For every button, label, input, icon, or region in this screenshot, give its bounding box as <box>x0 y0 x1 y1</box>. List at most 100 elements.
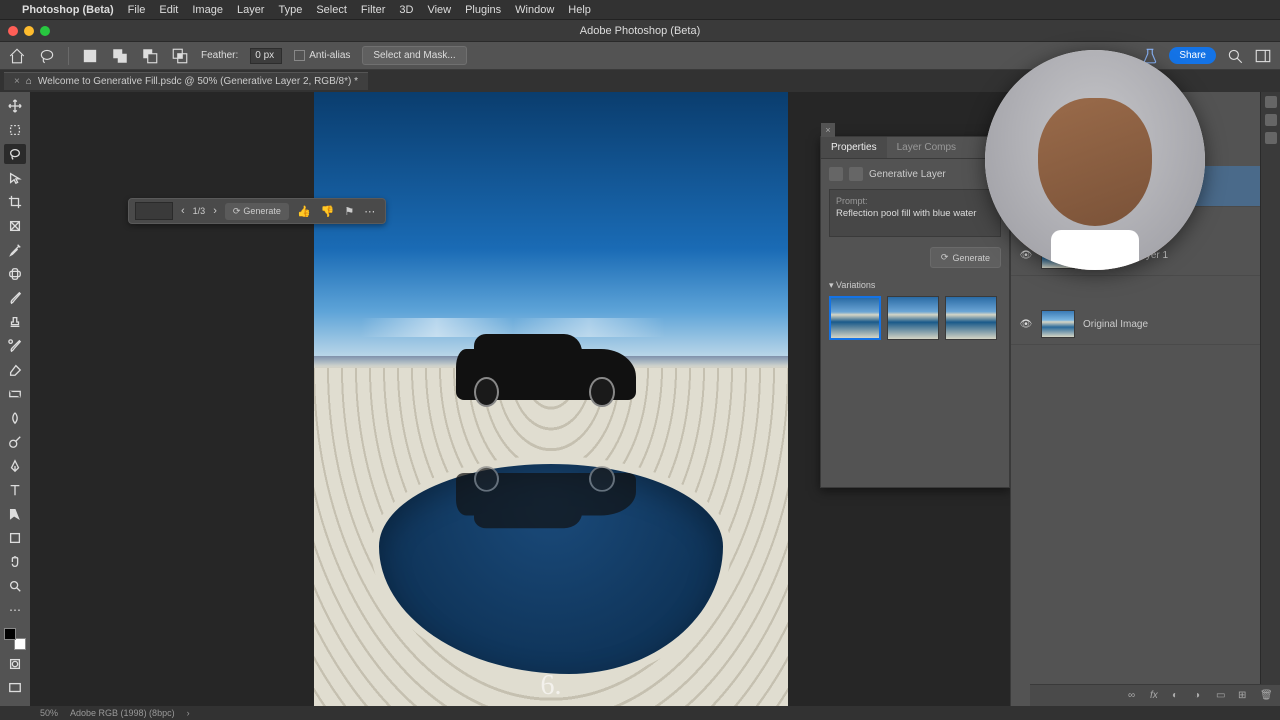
history-brush-tool[interactable] <box>4 336 26 356</box>
adjustment-icon[interactable]: ◑ <box>1194 690 1206 702</box>
healing-tool[interactable] <box>4 264 26 284</box>
crop-tool[interactable] <box>4 192 26 212</box>
search-icon[interactable] <box>1226 47 1244 65</box>
variation-thumb-2[interactable] <box>887 296 939 340</box>
variation-thumb-1[interactable] <box>829 296 881 340</box>
antialias-option[interactable]: Anti-alias <box>294 50 350 61</box>
menu-image[interactable]: Image <box>192 4 223 16</box>
selection-add-icon[interactable] <box>111 47 129 65</box>
tab-close-icon[interactable]: × <box>14 76 20 87</box>
edit-toolbar[interactable]: ⋯ <box>4 600 26 620</box>
quickmask-toggle[interactable] <box>4 654 26 674</box>
canvas-image-car <box>456 349 636 399</box>
menu-3d[interactable]: 3D <box>399 4 413 16</box>
variation-thumb-3[interactable] <box>945 296 997 340</box>
menu-plugins[interactable]: Plugins <box>465 4 501 16</box>
panel-close-icon[interactable]: × <box>821 123 835 137</box>
traffic-lights <box>0 26 50 36</box>
mask-icon[interactable]: ◐ <box>1172 690 1184 702</box>
visibility-icon[interactable]: 👁 <box>1019 319 1033 330</box>
lasso-tool[interactable] <box>4 144 26 164</box>
layer-name[interactable]: Original Image <box>1083 319 1148 330</box>
layers-footer: ∞ fx ◐ ◑ ▭ ⊞ 🗑 <box>1030 684 1280 706</box>
workspace-icon[interactable] <box>1254 47 1272 65</box>
layer-thumbnail[interactable] <box>1041 310 1075 338</box>
thumbs-up-icon[interactable]: 👍 <box>295 205 313 218</box>
home-icon[interactable] <box>8 47 26 65</box>
window-close-button[interactable] <box>8 26 18 36</box>
refresh-icon: ⟳ <box>233 206 241 217</box>
type-tool[interactable] <box>4 480 26 500</box>
prompt-field[interactable]: Prompt: Reflection pool fill with blue w… <box>829 189 1001 237</box>
variations-toggle[interactable]: ▾ Variations <box>829 280 1001 291</box>
selection-tool[interactable] <box>4 168 26 188</box>
more-icon[interactable]: ⋯ <box>362 205 377 218</box>
feather-input[interactable] <box>250 48 282 64</box>
selection-intersect-icon[interactable] <box>171 47 189 65</box>
mask-icon <box>849 167 863 181</box>
menu-window[interactable]: Window <box>515 4 554 16</box>
genfill-prompt-input[interactable] <box>135 202 173 220</box>
eraser-tool[interactable] <box>4 360 26 380</box>
select-and-mask-button[interactable]: Select and Mask... <box>362 46 466 65</box>
path-tool[interactable] <box>4 504 26 524</box>
fx-icon[interactable]: fx <box>1150 690 1162 702</box>
window-minimize-button[interactable] <box>24 26 34 36</box>
menu-view[interactable]: View <box>427 4 451 16</box>
collapsed-dock[interactable] <box>1260 92 1280 706</box>
selection-subtract-icon[interactable] <box>141 47 159 65</box>
menu-layer[interactable]: Layer <box>237 4 265 16</box>
document-canvas[interactable]: 6. <box>314 92 788 706</box>
generative-fill-bar[interactable]: ‹ 1/3 › ⟳Generate 👍 👎 ⚑ ⋯ <box>128 198 386 224</box>
zoom-level[interactable]: 50% <box>40 708 58 718</box>
menu-help[interactable]: Help <box>568 4 591 16</box>
thumbs-down-icon[interactable]: 👎 <box>319 205 337 218</box>
dodge-tool[interactable] <box>4 432 26 452</box>
genfill-next-button[interactable]: › <box>211 205 219 217</box>
menu-file[interactable]: File <box>128 4 146 16</box>
status-chevron-icon[interactable]: › <box>187 708 190 718</box>
gradient-tool[interactable] <box>4 384 26 404</box>
tab-layer-comps[interactable]: Layer Comps <box>887 137 966 158</box>
blur-tool[interactable] <box>4 408 26 428</box>
dock-icon[interactable] <box>1265 132 1277 144</box>
frame-tool[interactable] <box>4 216 26 236</box>
antialias-checkbox[interactable] <box>294 50 305 61</box>
pen-tool[interactable] <box>4 456 26 476</box>
move-tool[interactable] <box>4 96 26 116</box>
lasso-tool-icon[interactable] <box>38 47 56 65</box>
flag-icon[interactable]: ⚑ <box>342 205 356 218</box>
hand-tool[interactable] <box>4 552 26 572</box>
group-icon[interactable]: ▭ <box>1216 690 1228 702</box>
color-swatches[interactable] <box>4 628 26 650</box>
app-name[interactable]: Photoshop (Beta) <box>22 4 114 16</box>
marquee-tool[interactable] <box>4 120 26 140</box>
tools-panel: ⋯ <box>0 92 30 706</box>
document-tab[interactable]: × ⌂ Welcome to Generative Fill.psdc @ 50… <box>4 72 368 90</box>
shape-tool[interactable] <box>4 528 26 548</box>
stamp-tool[interactable] <box>4 312 26 332</box>
delete-icon[interactable]: 🗑 <box>1260 690 1272 702</box>
dock-icon[interactable] <box>1265 96 1277 108</box>
menu-select[interactable]: Select <box>316 4 347 16</box>
screenmode-toggle[interactable] <box>4 678 26 698</box>
zoom-tool[interactable] <box>4 576 26 596</box>
genfill-prev-button[interactable]: ‹ <box>179 205 187 217</box>
eyedropper-tool[interactable] <box>4 240 26 260</box>
properties-panel: × Properties Layer Comps Generative Laye… <box>820 136 1010 488</box>
brush-tool[interactable] <box>4 288 26 308</box>
genfill-generate-button[interactable]: ⟳Generate <box>225 203 289 220</box>
window-maximize-button[interactable] <box>40 26 50 36</box>
menu-type[interactable]: Type <box>278 4 302 16</box>
dock-icon[interactable] <box>1265 114 1277 126</box>
status-bar: 50% Adobe RGB (1998) (8bpc) › <box>30 706 1010 720</box>
tab-properties[interactable]: Properties <box>821 137 887 158</box>
foreground-color[interactable] <box>4 628 16 640</box>
color-profile[interactable]: Adobe RGB (1998) (8bpc) <box>70 708 175 718</box>
link-layers-icon[interactable]: ∞ <box>1128 690 1140 702</box>
layer-row-original[interactable]: 👁 Original Image <box>1011 304 1260 345</box>
new-layer-icon[interactable]: ⊞ <box>1238 690 1250 702</box>
menu-filter[interactable]: Filter <box>361 4 385 16</box>
menu-edit[interactable]: Edit <box>159 4 178 16</box>
selection-new-icon[interactable] <box>81 47 99 65</box>
